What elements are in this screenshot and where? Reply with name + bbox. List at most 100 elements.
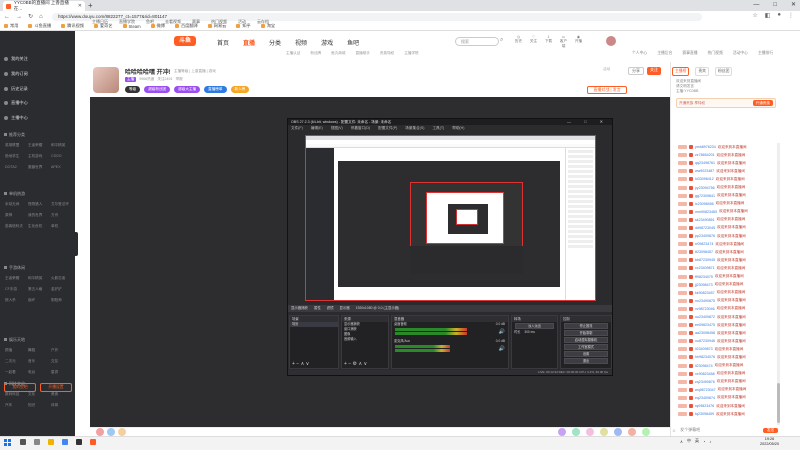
- chat-username[interactable]: cc23409871: [695, 266, 715, 270]
- subnav-mid-link[interactable]: 粉丝牌: [310, 51, 321, 56]
- category-link[interactable]: 金铲铲: [51, 287, 74, 292]
- gift-icon[interactable]: [107, 428, 115, 436]
- category-link[interactable]: 颜值: [5, 348, 28, 353]
- category-link[interactable]: 文化: [28, 392, 51, 397]
- chat-username[interactable]: hh98234076: [695, 355, 715, 359]
- exit-button[interactable]: 退出: [564, 358, 608, 364]
- subnav-link[interactable]: 直播学院: [119, 19, 135, 25]
- transition-select[interactable]: 淡入淡出: [515, 323, 554, 329]
- gift-icon[interactable]: [558, 428, 566, 436]
- star-icon[interactable]: ☆: [752, 12, 757, 19]
- home-icon[interactable]: ⌂: [39, 14, 43, 20]
- category-link[interactable]: 交友: [51, 359, 74, 364]
- category-link[interactable]: 狼人杀: [5, 298, 28, 303]
- source-add-remove[interactable]: + − ⚙ ∧ ∨: [342, 362, 367, 367]
- sidebar-item-live-center[interactable]: 直播中心: [4, 100, 28, 106]
- browser-tab[interactable]: YYC0BB的直播间 上香直播在... ✕: [3, 0, 85, 11]
- chat-username[interactable]: tq23098459: [695, 412, 714, 416]
- category-link[interactable]: 主机游戏: [28, 154, 51, 159]
- transition-duration[interactable]: 时长 300 ms: [512, 330, 557, 335]
- subnav-mid-link[interactable]: 主播认证: [286, 51, 300, 56]
- chat-username[interactable]: uu23409872: [695, 315, 715, 319]
- category-link[interactable]: 单机: [51, 224, 74, 229]
- category-link[interactable]: 和平精英: [51, 143, 74, 148]
- speaker-icon[interactable]: 🔊: [499, 346, 505, 352]
- extensions-icon[interactable]: ◧: [765, 12, 771, 19]
- category-link[interactable]: 户外: [51, 348, 74, 353]
- search-icon[interactable]: ⌕: [500, 37, 503, 44]
- subnav-link[interactable]: 主播日历: [92, 19, 108, 25]
- network-icon[interactable]: ◔: [703, 439, 705, 444]
- category-link[interactable]: 原神: [5, 213, 28, 218]
- room-category-meta[interactable]: 主播等级 | 上香直播 | 游戏: [174, 69, 216, 74]
- subnav-right-link[interactable]: 主播排行: [758, 51, 773, 56]
- chat-username[interactable]: gg72309841: [695, 194, 715, 198]
- category-link[interactable]: 体育: [51, 403, 74, 408]
- chat-input[interactable]: 发个弹幕吧: [680, 427, 700, 433]
- obs-icon[interactable]: [76, 439, 82, 445]
- file-explorer-icon[interactable]: [48, 439, 54, 445]
- chat-username[interactable]: pp23409876: [695, 234, 715, 238]
- scene-item[interactable]: 场景: [290, 322, 338, 327]
- client-icon[interactable]: ▭ 客户端: [559, 35, 568, 49]
- category-link[interactable]: 美食: [51, 392, 74, 397]
- gift-icon[interactable]: [600, 428, 608, 436]
- category-link[interactable]: DOTA2: [5, 165, 28, 170]
- chat-username[interactable]: ymh8976234: [695, 145, 716, 149]
- category-link[interactable]: 电台: [28, 370, 51, 375]
- mixer-track-meter[interactable]: 🔊: [392, 327, 508, 339]
- chat-username[interactable]: aa23098458: [695, 331, 715, 335]
- chat-username[interactable]: oo87230946: [695, 339, 715, 343]
- system-clock[interactable]: 19:26 2022/05/20: [760, 437, 779, 447]
- gift-icon[interactable]: [642, 428, 650, 436]
- subnav-right-link[interactable]: 赛事直播: [682, 51, 697, 56]
- obs-menu-item[interactable]: 视图(V): [331, 125, 343, 131]
- chat-username[interactable]: dd98723045: [695, 226, 715, 230]
- chrome-icon[interactable]: [62, 439, 68, 445]
- volume-icon[interactable]: ♪: [709, 439, 711, 444]
- category-link[interactable]: 数码科技: [5, 392, 28, 397]
- subnav-link[interactable]: 活动: [238, 19, 246, 25]
- obs-display-select[interactable]: 1920x1080 @ 0,0 (主显示器): [356, 305, 400, 312]
- mixer-track-meter[interactable]: 🔊: [392, 344, 508, 356]
- scene-add-remove[interactable]: + − ∧ ∨: [290, 362, 309, 367]
- chat-username[interactable]: bb87230945: [695, 258, 715, 262]
- open-noble-button[interactable]: 开通贵族: [752, 100, 773, 106]
- chat-username[interactable]: jj23098473: [695, 283, 713, 287]
- tray-overflow-icon[interactable]: ∧: [680, 439, 683, 444]
- gift-icon[interactable]: [572, 428, 580, 436]
- category-link[interactable]: 逃离塔科夫: [5, 224, 28, 229]
- subnav-right-link[interactable]: 主播后台: [657, 51, 672, 56]
- category-link[interactable]: 艾尔登法环: [51, 202, 74, 207]
- subnav-mid-link[interactable]: 鱼丸商城: [331, 51, 345, 56]
- category-link[interactable]: 阴阳师: [51, 298, 74, 303]
- category-link[interactable]: 和平精英: [28, 276, 51, 281]
- settings-button[interactable]: 设置: [564, 351, 608, 357]
- site-search-input[interactable]: 搜索: [455, 37, 499, 46]
- category-link[interactable]: 星秀: [51, 370, 74, 375]
- obs-menu-item[interactable]: 文件(F): [291, 125, 303, 131]
- chat-username[interactable]: zz78654201: [695, 153, 715, 157]
- forward-icon[interactable]: →: [16, 14, 22, 20]
- category-link[interactable]: 方舟: [51, 213, 74, 218]
- obs-menu-item[interactable]: 配置文件(P): [378, 125, 397, 131]
- search-icon[interactable]: [20, 439, 26, 445]
- nav-video[interactable]: 视频: [295, 38, 307, 47]
- gift-icon[interactable]: [586, 428, 594, 436]
- category-link[interactable]: 音乐: [28, 359, 51, 364]
- category-link[interactable]: 我的世界: [28, 213, 51, 218]
- chat-username[interactable]: ww9023487: [695, 169, 714, 173]
- chat-username[interactable]: zq23490876: [695, 380, 715, 384]
- reload-icon[interactable]: ↻: [28, 13, 33, 20]
- category-link[interactable]: 崩坏: [28, 298, 51, 303]
- badge-superfan[interactable]: 超级粉丝团: [144, 86, 171, 93]
- chat-username[interactable]: tt23098457: [695, 250, 713, 254]
- chat-username[interactable]: ff98234075: [695, 275, 713, 279]
- nav-yuba[interactable]: 鱼吧: [347, 38, 359, 47]
- activity-mark[interactable]: 活动: [603, 67, 610, 72]
- sidebar-item-history[interactable]: 历史记录: [4, 86, 28, 92]
- subnav-link[interactable]: 鱼吧: [146, 19, 154, 25]
- category-link[interactable]: 王者荣耀: [28, 143, 51, 148]
- tab-fan-club[interactable]: 粉丝团: [714, 67, 733, 76]
- category-link[interactable]: 英雄联盟: [5, 143, 28, 148]
